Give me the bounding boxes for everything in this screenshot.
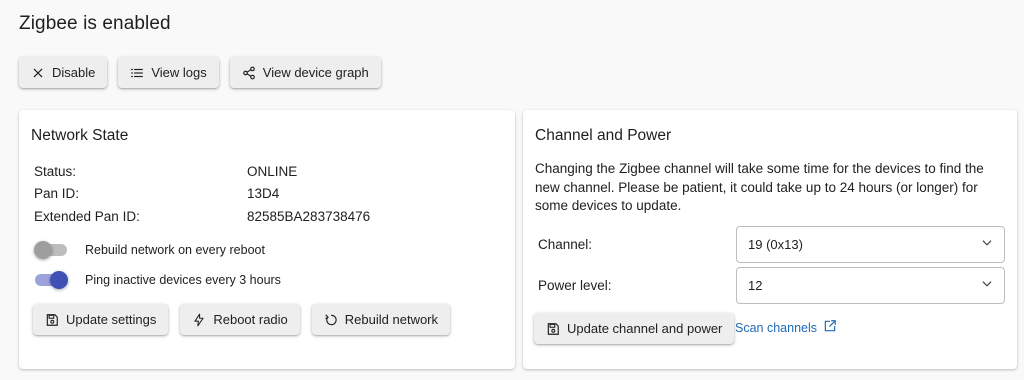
channel-power-title: Channel and Power bbox=[535, 127, 672, 144]
channel-actions: Update channel and power bbox=[534, 313, 735, 344]
rebuild-on-reboot-switch[interactable] bbox=[34, 240, 68, 260]
share-icon bbox=[242, 66, 256, 80]
view-logs-button[interactable]: View logs bbox=[118, 57, 219, 88]
scan-channels-link[interactable]: Scan channels bbox=[735, 319, 837, 336]
extended-pan-id-value: 82585BA283738476 bbox=[247, 208, 371, 224]
scan-channels-label: Scan channels bbox=[735, 320, 818, 335]
reboot-radio-label: Reboot radio bbox=[213, 312, 288, 327]
ping-inactive-row: Ping inactive devices every 3 hours bbox=[34, 270, 281, 290]
network-actions: Update settings Reboot radio Rebuild net… bbox=[33, 304, 451, 335]
network-state-card: Network State Status: ONLINE Pan ID: 13D… bbox=[19, 110, 515, 369]
status-row: Status: ONLINE bbox=[34, 160, 370, 183]
close-icon bbox=[31, 66, 45, 80]
open-in-new-icon bbox=[823, 319, 837, 336]
power-level-label: Power level: bbox=[538, 278, 612, 293]
channel-select[interactable]: 19 (0x13) bbox=[736, 226, 1005, 263]
power-level-select[interactable]: 12 bbox=[736, 267, 1005, 304]
view-device-graph-button-label: View device graph bbox=[262, 65, 369, 80]
disable-button[interactable]: Disable bbox=[19, 57, 108, 88]
channel-description: Changing the Zigbee channel will take so… bbox=[535, 161, 984, 213]
update-settings-button[interactable]: Update settings bbox=[33, 304, 169, 335]
top-actions: Disable View logs View device graph bbox=[19, 57, 381, 88]
channel-label: Channel: bbox=[538, 237, 593, 252]
list-icon bbox=[130, 66, 144, 80]
rebuild-on-reboot-label: Rebuild network on every reboot bbox=[85, 243, 265, 257]
extended-pan-id-label: Extended Pan ID: bbox=[34, 208, 140, 224]
flash-icon bbox=[192, 313, 206, 327]
rebuild-on-reboot-row: Rebuild network on every reboot bbox=[34, 240, 265, 260]
chevron-down-icon bbox=[980, 277, 994, 294]
switch-thumb bbox=[50, 271, 68, 289]
zigbee-settings-page: Zigbee is enabled Disable View logs View… bbox=[0, 0, 1024, 380]
extended-pan-id-row: Extended Pan ID: 82585BA283738476 bbox=[34, 205, 370, 228]
update-channel-power-label: Update channel and power bbox=[567, 321, 723, 336]
page-title: Zigbee is enabled bbox=[19, 13, 171, 34]
power-level-select-value: 12 bbox=[748, 278, 763, 293]
pan-id-value: 13D4 bbox=[247, 186, 280, 202]
view-device-graph-button[interactable]: View device graph bbox=[229, 57, 381, 88]
ping-inactive-switch[interactable] bbox=[34, 270, 68, 290]
rebuild-network-button[interactable]: Rebuild network bbox=[311, 304, 451, 335]
disable-button-label: Disable bbox=[52, 65, 96, 80]
network-info: Status: ONLINE Pan ID: 13D4 Extended Pan… bbox=[34, 160, 370, 228]
refresh-icon bbox=[324, 313, 338, 327]
status-label: Status: bbox=[34, 163, 77, 179]
pan-id-label: Pan ID: bbox=[34, 186, 80, 202]
update-channel-power-button[interactable]: Update channel and power bbox=[534, 313, 735, 344]
channel-power-card: Channel and Power Changing the Zigbee ch… bbox=[523, 110, 1017, 369]
ping-inactive-label: Ping inactive devices every 3 hours bbox=[85, 273, 281, 287]
pan-id-row: Pan ID: 13D4 bbox=[34, 183, 370, 206]
status-value: ONLINE bbox=[247, 163, 298, 179]
rebuild-network-label: Rebuild network bbox=[344, 312, 439, 327]
view-logs-button-label: View logs bbox=[151, 65, 207, 80]
save-icon bbox=[45, 313, 59, 327]
switch-thumb bbox=[34, 241, 52, 259]
update-settings-label: Update settings bbox=[66, 312, 157, 327]
save-icon bbox=[546, 322, 560, 336]
channel-select-value: 19 (0x13) bbox=[748, 237, 803, 252]
chevron-down-icon bbox=[980, 236, 994, 253]
reboot-radio-button[interactable]: Reboot radio bbox=[180, 304, 300, 335]
network-state-title: Network State bbox=[31, 127, 129, 144]
